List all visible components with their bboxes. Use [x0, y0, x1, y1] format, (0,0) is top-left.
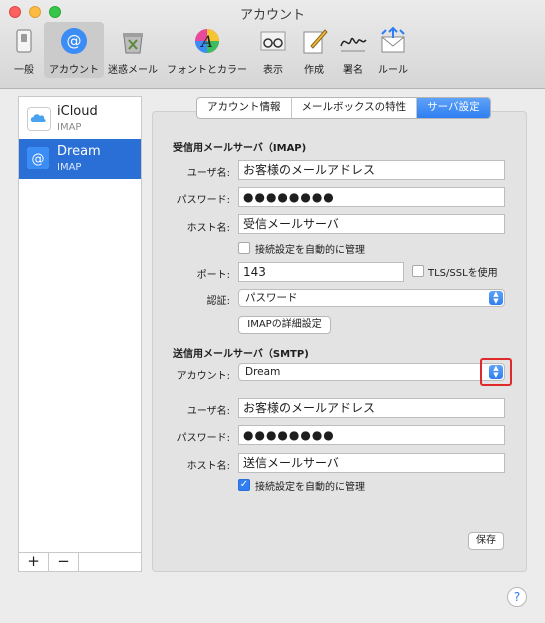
save-button[interactable]: 保存: [468, 532, 504, 550]
outgoing-username-field[interactable]: お客様のメールアドレス: [238, 398, 505, 418]
compose-icon: [299, 26, 329, 56]
toolbar-junk-mail[interactable]: 迷惑メール: [106, 22, 160, 78]
svg-text:@: @: [32, 152, 45, 167]
incoming-server-heading: 受信用メールサーバ（IMAP): [173, 143, 307, 154]
signature-icon: [338, 26, 368, 56]
smtp-account-value: Dream: [245, 366, 281, 378]
help-button[interactable]: ?: [507, 587, 527, 607]
tls-ssl-checkbox[interactable]: [412, 265, 424, 277]
tab-server-settings[interactable]: サーバ設定: [417, 98, 490, 118]
incoming-auto-manage-label: 接続設定を自動的に管理: [255, 245, 365, 256]
outgoing-password-label: パスワード:: [176, 433, 230, 444]
account-list: iCloud IMAP @ Dream IMAP + −: [18, 96, 142, 572]
tab-account-info[interactable]: アカウント情報: [197, 98, 292, 118]
outgoing-username-label: ユーザ名:: [186, 406, 230, 417]
smtp-account-select[interactable]: Dream ▲ ▼: [238, 363, 505, 381]
remove-account-button[interactable]: −: [49, 553, 79, 571]
auth-label: 認証:: [206, 296, 230, 307]
auth-select[interactable]: パスワード ▲ ▼: [238, 289, 505, 307]
at-sign-icon: @: [59, 26, 89, 56]
toolbar-accounts[interactable]: @ アカウント: [44, 22, 104, 78]
outgoing-host-label: ホスト名:: [186, 461, 230, 472]
outgoing-server-heading: 送信用メールサーバ（SMTP): [173, 349, 309, 360]
highlight-box: [480, 358, 512, 386]
incoming-auto-manage-checkbox[interactable]: [238, 242, 250, 254]
smtp-account-label: アカウント:: [176, 371, 230, 382]
account-item-icloud[interactable]: iCloud IMAP: [19, 99, 141, 139]
switch-icon: [9, 26, 39, 56]
tls-ssl-label: TLS/SSLを使用: [428, 268, 498, 279]
incoming-password-label: パスワード:: [176, 195, 230, 206]
server-settings-panel: [152, 111, 527, 572]
window-title: アカウント: [239, 8, 305, 23]
svg-text:@: @: [67, 32, 82, 50]
toolbar-general[interactable]: 一般: [6, 22, 42, 78]
icloud-icon: [27, 107, 51, 131]
glasses-icon: [258, 26, 288, 56]
outgoing-host-field[interactable]: 送信メールサーバ: [238, 453, 505, 473]
incoming-password-field[interactable]: ●●●●●●●●: [238, 187, 505, 207]
toolbar-rules[interactable]: ルール: [373, 22, 413, 78]
port-field[interactable]: 143: [238, 262, 404, 282]
updown-arrows-icon: ▲ ▼: [489, 291, 503, 305]
incoming-host-field[interactable]: 受信メールサーバ: [238, 214, 505, 234]
account-item-dream[interactable]: @ Dream IMAP: [19, 139, 141, 179]
imap-advanced-button[interactable]: IMAPの詳細設定: [238, 316, 331, 334]
svg-text:A: A: [199, 32, 213, 51]
outgoing-password-field[interactable]: ●●●●●●●●: [238, 425, 505, 445]
settings-tabs: アカウント情報 メールボックスの特性 サーバ設定: [196, 97, 491, 119]
outgoing-auto-manage-label: 接続設定を自動的に管理: [255, 482, 365, 493]
window-toolbar: アカウント 一般 @ アカウント 迷惑メール A フォントとカラー 表示 作成 …: [0, 0, 545, 89]
toolbar-composing[interactable]: 作成: [295, 22, 333, 78]
incoming-host-label: ホスト名:: [186, 223, 230, 234]
rules-icon: [378, 26, 408, 56]
tab-mailbox-behaviors[interactable]: メールボックスの特性: [292, 98, 418, 118]
toolbar-viewing[interactable]: 表示: [254, 22, 292, 78]
toolbar-fonts-colors[interactable]: A フォントとカラー: [163, 22, 251, 78]
junk-mail-icon: [118, 26, 148, 56]
incoming-username-field[interactable]: お客様のメールアドレス: [238, 160, 505, 180]
auth-select-value: パスワード: [245, 292, 298, 304]
incoming-username-label: ユーザ名:: [186, 168, 230, 179]
color-font-icon: A: [192, 26, 222, 56]
account-list-controls: + −: [19, 552, 141, 571]
toolbar-signatures[interactable]: 署名: [334, 22, 372, 78]
outgoing-auto-manage-checkbox[interactable]: ✓: [238, 479, 250, 491]
port-label: ポート:: [196, 270, 230, 281]
at-sign-icon: @: [27, 147, 49, 169]
add-account-button[interactable]: +: [19, 553, 49, 571]
